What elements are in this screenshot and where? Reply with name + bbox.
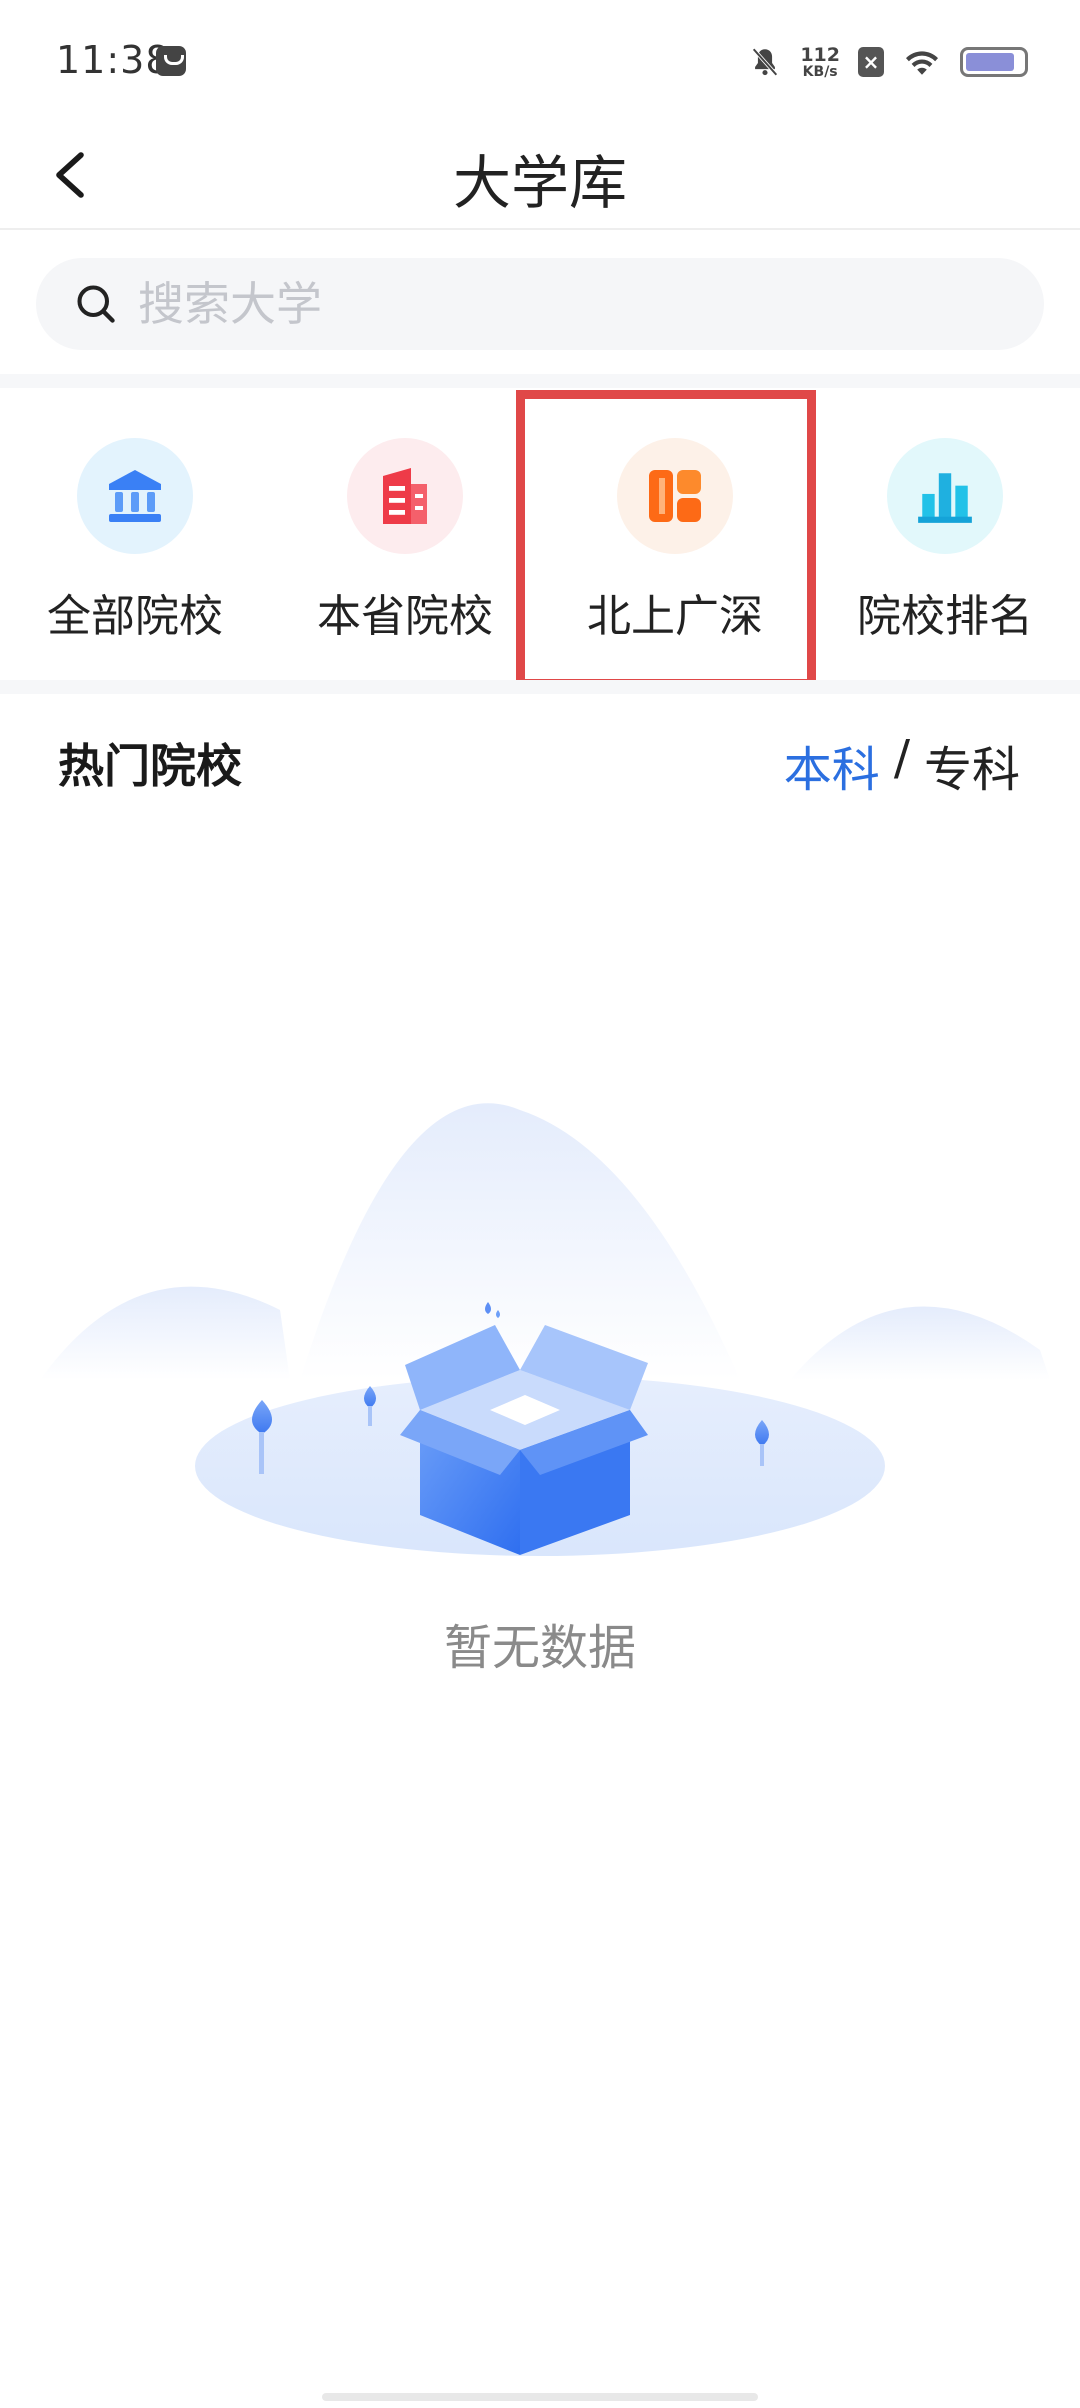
no-sim-label: ×	[862, 50, 880, 74]
battery-level	[966, 53, 1014, 71]
category-label: 全部院校	[47, 591, 223, 642]
page-title: 大学库	[452, 149, 627, 217]
degree-toggle: 本科 / 专科	[784, 730, 1020, 800]
search-bar[interactable]	[36, 258, 1044, 350]
hot-schools-header: 热门院校 本科 / 专科	[0, 700, 1080, 820]
search-input[interactable]	[138, 277, 938, 331]
network-speed-value: 112	[800, 43, 840, 66]
category-school-ranking[interactable]: 院校排名	[810, 390, 1080, 680]
network-speed: 112 KB/s	[800, 43, 840, 80]
category-label: 本省院校	[317, 591, 493, 642]
no-sim-icon: ×	[858, 47, 884, 77]
category-all-schools[interactable]: 全部院校	[0, 390, 270, 680]
empty-state-message: 暂无数据	[443, 1620, 636, 1676]
section-divider	[0, 374, 1080, 388]
highlight-box	[516, 390, 816, 688]
status-icons: 112 KB/s ×	[748, 40, 1028, 84]
university-building-icon	[77, 438, 193, 554]
tab-junior-college[interactable]: 专科	[924, 730, 1020, 800]
category-home-province[interactable]: 本省院校	[270, 390, 540, 680]
wifi-icon	[906, 51, 938, 75]
app-notification-icon	[156, 46, 186, 76]
search-icon	[77, 285, 115, 323]
battery-icon	[960, 47, 1028, 77]
status-time: 11:38	[56, 38, 171, 82]
header: 大学库	[0, 120, 1080, 230]
home-indicator[interactable]	[322, 2393, 758, 2401]
category-label: 院校排名	[857, 591, 1033, 642]
category-row: 全部院校 本省院校 北上广深 院校排名	[0, 390, 1080, 688]
tab-separator: /	[893, 730, 910, 786]
empty-box-illustration	[40, 1103, 1050, 1556]
status-bar: 11:38 112 KB/s ×	[0, 0, 1080, 120]
network-speed-unit: KB/s	[802, 63, 838, 80]
section-title: 热门院校	[58, 739, 242, 793]
office-building-icon	[347, 438, 463, 554]
bell-mute-icon	[752, 48, 779, 76]
bar-chart-icon	[887, 438, 1003, 554]
section-divider	[0, 680, 1080, 694]
tab-undergraduate[interactable]: 本科	[784, 730, 880, 800]
